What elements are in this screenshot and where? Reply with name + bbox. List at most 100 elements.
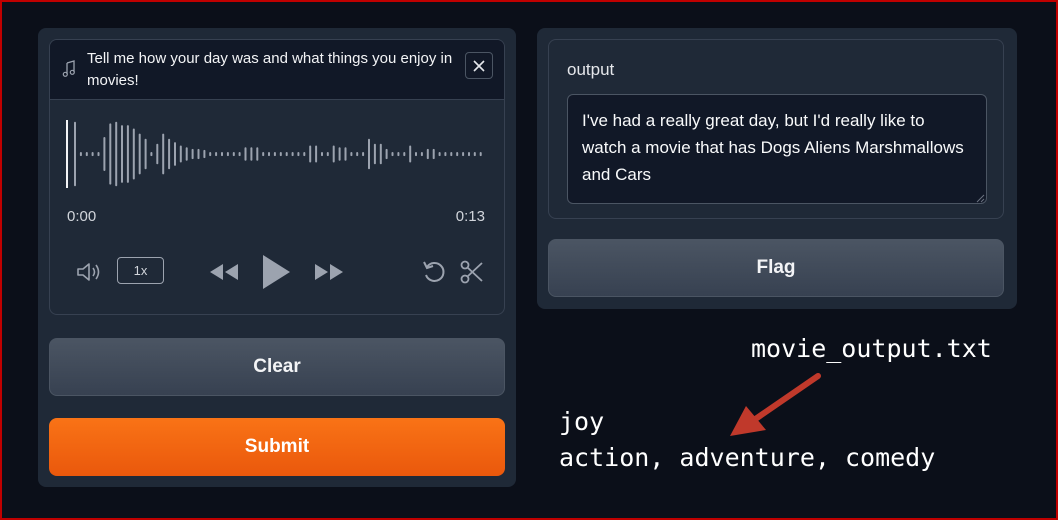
waveform-bar [479, 152, 482, 157]
playback-speed-button[interactable]: 1x [117, 257, 164, 284]
output-panel: output I've had a really great day, but … [537, 28, 1017, 309]
input-panel: Tell me how your day was and what things… [38, 28, 516, 487]
waveform-bar [356, 152, 359, 157]
waveform-bar [168, 138, 171, 170]
waveform-bar [291, 152, 294, 157]
waveform-bar [297, 152, 300, 157]
waveform-bar [156, 143, 159, 165]
waveform-bar [303, 152, 306, 157]
waveform-bar [362, 152, 365, 157]
waveform-bar [338, 147, 341, 161]
fast-forward-button[interactable] [312, 260, 346, 284]
waveform-bar [368, 138, 370, 170]
genre-result: action, adventure, comedy [559, 443, 936, 472]
waveform-bar [385, 148, 388, 160]
playhead[interactable] [66, 120, 68, 188]
audio-waveform[interactable] [66, 116, 486, 192]
waveform-bar [426, 148, 429, 160]
waveform-bar [126, 125, 129, 183]
waveform-bar [244, 147, 247, 161]
waveform-bar [321, 152, 323, 157]
waveform-bar [221, 152, 223, 157]
rewind-icon [210, 264, 238, 280]
waveform-bar [379, 143, 382, 165]
waveform-bar [468, 152, 470, 157]
audio-label: Tell me how your day was and what things… [87, 50, 453, 89]
waveform-bar [285, 152, 288, 157]
waveform-bar [91, 152, 94, 157]
audio-player: Tell me how your day was and what things… [49, 39, 505, 315]
waveform-bar [121, 125, 123, 183]
waveform-bar [473, 152, 476, 157]
waveform-bar [462, 152, 465, 157]
waveform-bar [326, 152, 329, 157]
waveform-bar [138, 133, 141, 175]
play-icon [263, 255, 290, 289]
waveform-bar [85, 152, 88, 157]
reset-button[interactable] [420, 258, 448, 286]
waveform-bar [279, 152, 282, 157]
flag-button[interactable]: Flag [548, 239, 1004, 297]
output-label: output [567, 60, 615, 79]
waveform-bar [132, 128, 135, 180]
waveform-bar [226, 152, 229, 157]
clear-button[interactable]: Clear [49, 338, 505, 396]
trim-button[interactable] [458, 258, 486, 286]
waveform-bar [273, 152, 276, 157]
waveform-bar [215, 152, 218, 157]
waveform-bar [74, 121, 76, 187]
waveform-bar [332, 145, 335, 163]
waveform-bar [268, 152, 270, 157]
rewind-button[interactable] [207, 260, 241, 284]
waveform-bar [415, 152, 417, 157]
play-button[interactable] [258, 252, 294, 292]
waveform-bar [191, 148, 194, 160]
audio-header: Tell me how your day was and what things… [50, 40, 504, 100]
volume-button[interactable] [74, 258, 106, 286]
waveform-bar [179, 145, 182, 163]
waveform-bar [444, 152, 447, 157]
waveform-bar [373, 143, 376, 165]
waveform-bar [450, 152, 453, 157]
emotion-result: joy [559, 407, 605, 436]
waveform-bar [456, 152, 459, 157]
waveform-bar [79, 152, 82, 157]
waveform-bar [315, 145, 318, 163]
waveform-bar [197, 148, 200, 160]
undo-icon [423, 261, 445, 282]
playback-controls: 1x [50, 250, 504, 294]
output-filename: movie_output.txt [751, 334, 992, 363]
waveform-bar [238, 152, 241, 157]
total-duration: 0:13 [455, 208, 485, 225]
clear-audio-button[interactable] [465, 52, 493, 79]
waveform-bar [438, 152, 441, 157]
annotation-arrow-icon [730, 373, 821, 436]
waveform-bar [350, 152, 353, 157]
waveform-bar [203, 149, 206, 159]
waveform-bar [103, 137, 106, 171]
waveform-bar [397, 152, 400, 157]
output-textbox[interactable]: I've had a really great day, but I'd rea… [567, 94, 987, 204]
waveform-bar [97, 152, 100, 157]
waveform-bar [250, 147, 253, 161]
current-time: 0:00 [67, 208, 97, 225]
waveform-bar [344, 147, 347, 161]
waveform-bar [403, 152, 406, 157]
waveform-bar [420, 152, 423, 157]
volume-icon [77, 263, 100, 281]
resize-handle-icon[interactable] [975, 193, 985, 203]
waveform-bar [174, 142, 176, 166]
waveform-bar [144, 138, 147, 170]
waveform-bar [150, 152, 153, 157]
waveform-bar [109, 123, 112, 185]
waveform-bar [115, 121, 118, 187]
waveform-bar [209, 152, 212, 157]
waveform-bar [232, 152, 235, 157]
waveform-bar [262, 152, 265, 157]
music-note-icon [62, 60, 75, 77]
waveform-bar [185, 147, 188, 161]
submit-button[interactable]: Submit [49, 418, 505, 476]
waveform-bar [409, 145, 412, 163]
waveform-bar [432, 148, 435, 160]
waveform-bar [391, 152, 394, 157]
